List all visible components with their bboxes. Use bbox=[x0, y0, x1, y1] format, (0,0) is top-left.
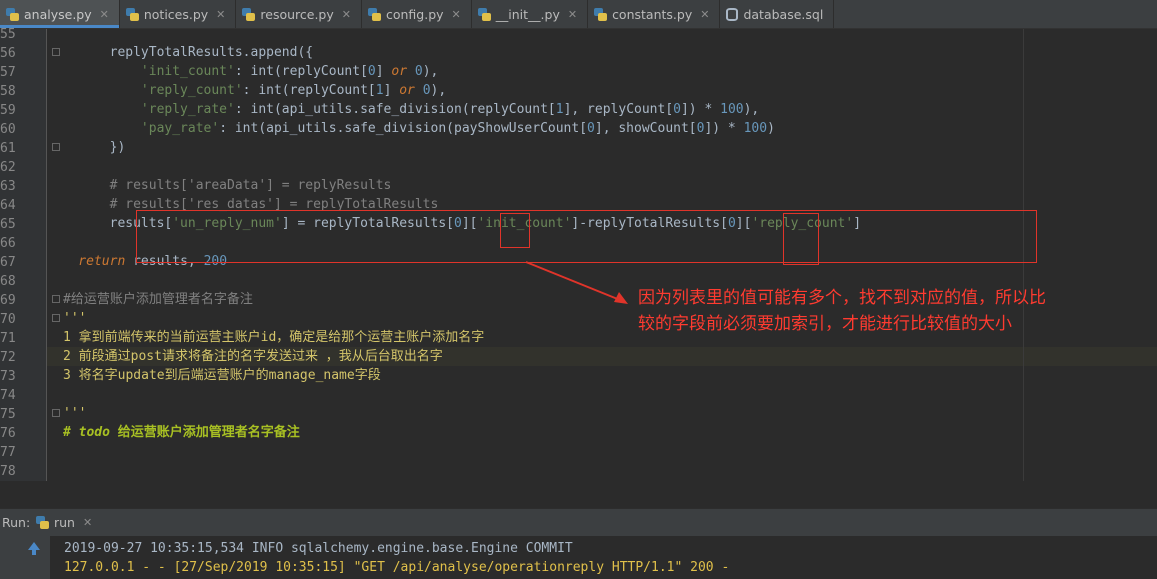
python-run-icon bbox=[36, 516, 49, 529]
annotation-note-line2: 较的字段前必须要加索引，才能进行比较值的大小 bbox=[638, 314, 1012, 334]
code-line-57: 'init_count': int(replyCount[0] or 0), bbox=[47, 64, 439, 79]
sql-file-icon bbox=[726, 7, 739, 21]
tab-label: analyse.py bbox=[24, 6, 92, 22]
tab-label: config.py bbox=[385, 6, 444, 22]
line-number: 75 bbox=[0, 407, 16, 422]
run-toolwindow-header: Run: run ✕ bbox=[0, 508, 1157, 536]
line-number-gutter: 55 56 57 58 59 60 61 62 63 64 65 66 67 6… bbox=[0, 27, 46, 481]
line-number: 61 bbox=[0, 141, 16, 156]
tab-config-py[interactable]: config.py ✕ bbox=[362, 0, 472, 28]
tab-label: database.sql bbox=[743, 6, 824, 22]
tab-notices-py[interactable]: notices.py ✕ bbox=[120, 0, 237, 28]
close-icon[interactable]: ✕ bbox=[452, 8, 461, 21]
scroll-up-icon[interactable] bbox=[28, 542, 40, 555]
line-number: 56 bbox=[0, 46, 16, 61]
line-number: 57 bbox=[0, 65, 16, 80]
tab-resource-py[interactable]: resource.py ✕ bbox=[236, 0, 362, 28]
python-file-icon bbox=[6, 7, 19, 21]
editor-bottom-area bbox=[0, 481, 1157, 508]
python-file-icon bbox=[242, 7, 256, 21]
code-line-75: ''' bbox=[63, 406, 87, 421]
annotation-arrow-icon bbox=[525, 261, 628, 304]
tab-constants-py[interactable]: constants.py ✕ bbox=[588, 0, 721, 28]
line-number: 78 bbox=[0, 464, 16, 479]
close-icon[interactable]: ✕ bbox=[83, 516, 92, 529]
close-icon[interactable]: ✕ bbox=[100, 8, 109, 21]
close-icon[interactable]: ✕ bbox=[700, 8, 709, 21]
python-file-icon bbox=[125, 7, 139, 21]
code-line-73: 3 将名字update到后端运营账户的manage_name字段 bbox=[63, 368, 381, 383]
annotation-box-index-1 bbox=[500, 213, 530, 248]
code-line-59: 'reply_rate': int(api_utils.safe_divisio… bbox=[47, 102, 760, 117]
code-line-63: # results['areaData'] = replyResults bbox=[47, 178, 392, 193]
code-line-56: replyTotalResults.append({ bbox=[47, 45, 314, 60]
line-number: 55 bbox=[0, 27, 16, 42]
code-line-72: 2 前段通过post请求将备注的名字发送过来 ，我从后台取出名字 bbox=[47, 347, 1157, 366]
annotation-box-index-2 bbox=[783, 213, 819, 265]
code-line-60: 'pay_rate': int(api_utils.safe_division(… bbox=[47, 121, 775, 136]
annotation-note-line1: 因为列表里的值可能有多个，找不到对应的值，所以比 bbox=[638, 288, 1046, 308]
run-toolbar bbox=[0, 536, 51, 579]
tab-analyse-py[interactable]: analyse.py ✕ bbox=[0, 0, 120, 28]
tab-label: resource.py bbox=[260, 6, 334, 22]
line-number: 68 bbox=[0, 274, 16, 289]
line-number: 58 bbox=[0, 84, 16, 99]
line-number: 71 bbox=[0, 331, 16, 346]
line-number: 67 bbox=[0, 255, 16, 270]
console-log-line: 127.0.0.1 - - [27/Sep/2019 10:35:15] "GE… bbox=[64, 560, 730, 575]
tab-label: __init__.py bbox=[495, 6, 560, 22]
tab-label: notices.py bbox=[143, 6, 209, 22]
python-file-icon bbox=[367, 7, 381, 21]
annotation-box-line bbox=[136, 210, 1037, 263]
line-number: 76 bbox=[0, 426, 16, 441]
code-line-76: # todo 给运营账户添加管理者名字备注 bbox=[63, 425, 300, 440]
run-console[interactable]: 2019-09-27 10:35:15,534 INFO sqlalchemy.… bbox=[50, 536, 1157, 579]
tab-label: constants.py bbox=[612, 6, 693, 22]
close-icon[interactable]: ✕ bbox=[568, 8, 577, 21]
line-number: 63 bbox=[0, 179, 16, 194]
code-line-58: 'reply_count': int(replyCount[1] or 0), bbox=[47, 83, 447, 98]
line-number: 69 bbox=[0, 293, 16, 308]
line-number: 77 bbox=[0, 445, 16, 460]
line-number: 70 bbox=[0, 312, 16, 327]
close-icon[interactable]: ✕ bbox=[342, 8, 351, 21]
python-file-icon bbox=[477, 7, 491, 21]
line-number: 73 bbox=[0, 369, 16, 384]
line-number: 66 bbox=[0, 236, 16, 251]
editor-tab-bar: analyse.py ✕ notices.py ✕ resource.py ✕ … bbox=[0, 0, 1157, 29]
line-number: 64 bbox=[0, 198, 16, 213]
line-number: 74 bbox=[0, 388, 16, 403]
line-number: 65 bbox=[0, 217, 16, 232]
tab-database-sql[interactable]: database.sql bbox=[720, 0, 835, 28]
annotation-note: 因为列表里的值可能有多个，找不到对应的值，所以比 较的字段前必须要加索引，才能进… bbox=[638, 285, 1157, 337]
run-label: Run: bbox=[2, 515, 31, 530]
line-number: 60 bbox=[0, 122, 16, 137]
line-number: 72 bbox=[0, 350, 16, 365]
line-number: 59 bbox=[0, 103, 16, 118]
line-number: 62 bbox=[0, 160, 16, 175]
close-icon[interactable]: ✕ bbox=[216, 8, 225, 21]
python-file-icon bbox=[594, 7, 608, 21]
run-tab-label[interactable]: run bbox=[54, 515, 75, 530]
console-log-line: 2019-09-27 10:35:15,534 INFO sqlalchemy.… bbox=[64, 541, 573, 556]
code-line-61: }) bbox=[47, 140, 126, 155]
tab-init-py[interactable]: __init__.py ✕ bbox=[472, 0, 589, 28]
